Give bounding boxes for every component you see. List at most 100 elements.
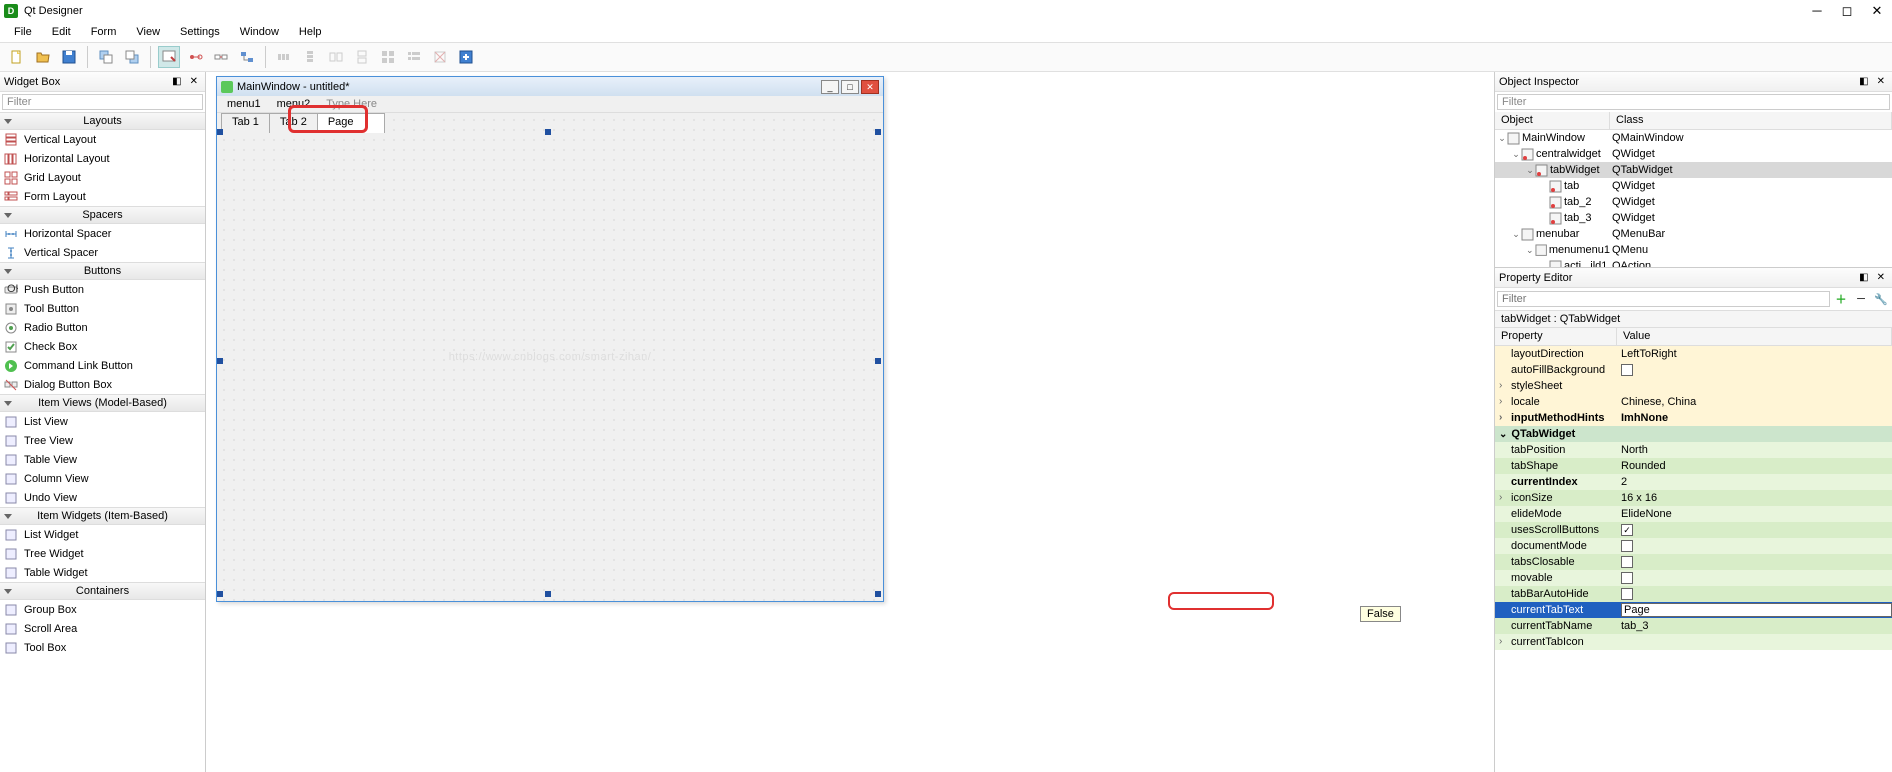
edit-tab-order-icon[interactable] (236, 46, 258, 68)
checkbox[interactable] (1621, 572, 1633, 584)
prop-row-tabsClosable[interactable]: tabsClosable (1495, 554, 1892, 570)
panel-popout-icon[interactable]: ◧ (169, 76, 184, 87)
form-window[interactable]: MainWindow - untitled* _ □ ✕ menu1menu2T… (216, 76, 884, 602)
wb-item-tree-view[interactable]: Tree View (0, 431, 205, 450)
form-titlebar[interactable]: MainWindow - untitled* _ □ ✕ (217, 77, 883, 96)
wb-item-push-button[interactable]: OKPush Button (0, 280, 205, 299)
prop-section[interactable]: QTabWidget (1495, 426, 1892, 442)
prop-row-movable[interactable]: movable (1495, 570, 1892, 586)
checkbox[interactable] (1621, 588, 1633, 600)
tree-header-object[interactable]: Object (1495, 112, 1610, 129)
form-menu-item[interactable]: menu2 (271, 98, 317, 110)
wb-section-spacers[interactable]: Spacers (0, 206, 205, 224)
wb-item-scroll-area[interactable]: Scroll Area (0, 619, 205, 638)
tree-row[interactable]: tab_2QWidget (1495, 194, 1892, 210)
break-layout-icon[interactable] (429, 46, 451, 68)
menu-edit[interactable]: Edit (44, 24, 79, 40)
menu-window[interactable]: Window (232, 24, 287, 40)
checkbox[interactable] (1621, 540, 1633, 552)
panel-close-icon[interactable]: ✕ (1874, 76, 1888, 87)
layout-v-icon[interactable] (299, 46, 321, 68)
tree-row[interactable]: ⌄MainWindowQMainWindow (1495, 130, 1892, 146)
selection-handle[interactable] (217, 129, 223, 135)
object-tree[interactable]: Object Class ⌄MainWindowQMainWindow⌄cent… (1495, 112, 1892, 267)
edit-buddies-icon[interactable] (210, 46, 232, 68)
wb-item-table-widget[interactable]: Table Widget (0, 563, 205, 582)
prop-row-layoutDirection[interactable]: layoutDirectionLeftToRight (1495, 346, 1892, 362)
tab-widget[interactable]: Tab 1Tab 2Page (221, 113, 879, 561)
menu-settings[interactable]: Settings (172, 24, 228, 40)
form-tab[interactable]: Tab 2 (269, 113, 318, 133)
wb-item-grid-layout[interactable]: Grid Layout (0, 168, 205, 187)
prop-value-input[interactable] (1621, 603, 1892, 617)
form-menu-item[interactable]: menu1 (221, 98, 267, 110)
edit-widgets-icon[interactable] (158, 46, 180, 68)
menu-file[interactable]: File (6, 24, 40, 40)
wb-section-layouts[interactable]: Layouts (0, 112, 205, 130)
wb-item-undo-view[interactable]: Undo View (0, 488, 205, 507)
property-filter-input[interactable] (1497, 291, 1830, 307)
wb-item-dialog-button-box[interactable]: Dialog Button Box (0, 375, 205, 394)
wb-section-buttons[interactable]: Buttons (0, 262, 205, 280)
widget-box-list[interactable]: LayoutsVertical LayoutHorizontal LayoutG… (0, 112, 205, 657)
wb-item-form-layout[interactable]: Form Layout (0, 187, 205, 206)
form-maximize-button[interactable]: □ (841, 80, 859, 94)
add-property-icon[interactable]: ＋ (1832, 290, 1850, 308)
type-here-placeholder[interactable]: Type Here (320, 98, 383, 110)
selection-handle[interactable] (217, 591, 223, 597)
wb-section-containers[interactable]: Containers (0, 582, 205, 600)
property-settings-icon[interactable]: 🔧 (1872, 290, 1890, 308)
wb-item-horizontal-spacer[interactable]: Horizontal Spacer (0, 224, 205, 243)
prop-row-styleSheet[interactable]: styleSheet (1495, 378, 1892, 394)
prop-header-property[interactable]: Property (1495, 328, 1617, 345)
prop-row-inputMethodHints[interactable]: inputMethodHintsImhNone (1495, 410, 1892, 426)
selection-handle[interactable] (875, 358, 881, 364)
prop-row-elideMode[interactable]: elideModeElideNone (1495, 506, 1892, 522)
wb-item-group-box[interactable]: Group Box (0, 600, 205, 619)
selection-handle[interactable] (545, 591, 551, 597)
menu-view[interactable]: View (128, 24, 168, 40)
wb-section-item-widgets-item-based-[interactable]: Item Widgets (Item-Based) (0, 507, 205, 525)
wb-item-tool-box[interactable]: Tool Box (0, 638, 205, 657)
tree-row[interactable]: ⌄tabWidgetQTabWidget (1495, 162, 1892, 178)
selection-handle[interactable] (545, 129, 551, 135)
tree-row[interactable]: ⌄menubarQMenuBar (1495, 226, 1892, 242)
prop-row-currentIndex[interactable]: currentIndex2 (1495, 474, 1892, 490)
selection-handle[interactable] (875, 129, 881, 135)
wb-item-horizontal-layout[interactable]: Horizontal Layout (0, 149, 205, 168)
save-file-icon[interactable] (58, 46, 80, 68)
form-central-widget[interactable]: Tab 1Tab 2Page https://www.cnblogs.com/s… (217, 113, 883, 601)
panel-close-icon[interactable]: ✕ (1874, 272, 1888, 283)
wb-item-tree-widget[interactable]: Tree Widget (0, 544, 205, 563)
send-to-back-icon[interactable] (95, 46, 117, 68)
layout-grid-icon[interactable] (377, 46, 399, 68)
prop-row-currentTabIcon[interactable]: currentTabIcon (1495, 634, 1892, 650)
prop-row-documentMode[interactable]: documentMode (1495, 538, 1892, 554)
property-table[interactable]: layoutDirectionLeftToRightautoFillBackgr… (1495, 346, 1892, 772)
selection-handle[interactable] (217, 358, 223, 364)
tree-row[interactable]: tab_3QWidget (1495, 210, 1892, 226)
tree-row[interactable]: ⌄centralwidgetQWidget (1495, 146, 1892, 162)
prop-row-locale[interactable]: localeChinese, China (1495, 394, 1892, 410)
wb-item-list-view[interactable]: List View (0, 412, 205, 431)
wb-item-radio-button[interactable]: Radio Button (0, 318, 205, 337)
adjust-size-icon[interactable] (455, 46, 477, 68)
wb-item-check-box[interactable]: Check Box (0, 337, 205, 356)
prop-row-currentTabName[interactable]: currentTabNametab_3 (1495, 618, 1892, 634)
open-file-icon[interactable] (32, 46, 54, 68)
panel-popout-icon[interactable]: ◧ (1856, 76, 1871, 87)
wb-item-list-widget[interactable]: List Widget (0, 525, 205, 544)
prop-header-value[interactable]: Value (1617, 328, 1892, 345)
menu-help[interactable]: Help (291, 24, 330, 40)
tree-row[interactable]: tabQWidget (1495, 178, 1892, 194)
window-minimize-button[interactable]: ─ (1802, 0, 1832, 22)
wb-item-vertical-layout[interactable]: Vertical Layout (0, 130, 205, 149)
edit-signals-icon[interactable] (184, 46, 206, 68)
layout-v-split-icon[interactable] (351, 46, 373, 68)
wb-item-vertical-spacer[interactable]: Vertical Spacer (0, 243, 205, 262)
checkbox[interactable] (1621, 556, 1633, 568)
tree-header-class[interactable]: Class (1610, 112, 1892, 129)
layout-h-icon[interactable] (273, 46, 295, 68)
window-close-button[interactable]: ✕ (1862, 0, 1892, 22)
wb-item-command-link-button[interactable]: Command Link Button (0, 356, 205, 375)
